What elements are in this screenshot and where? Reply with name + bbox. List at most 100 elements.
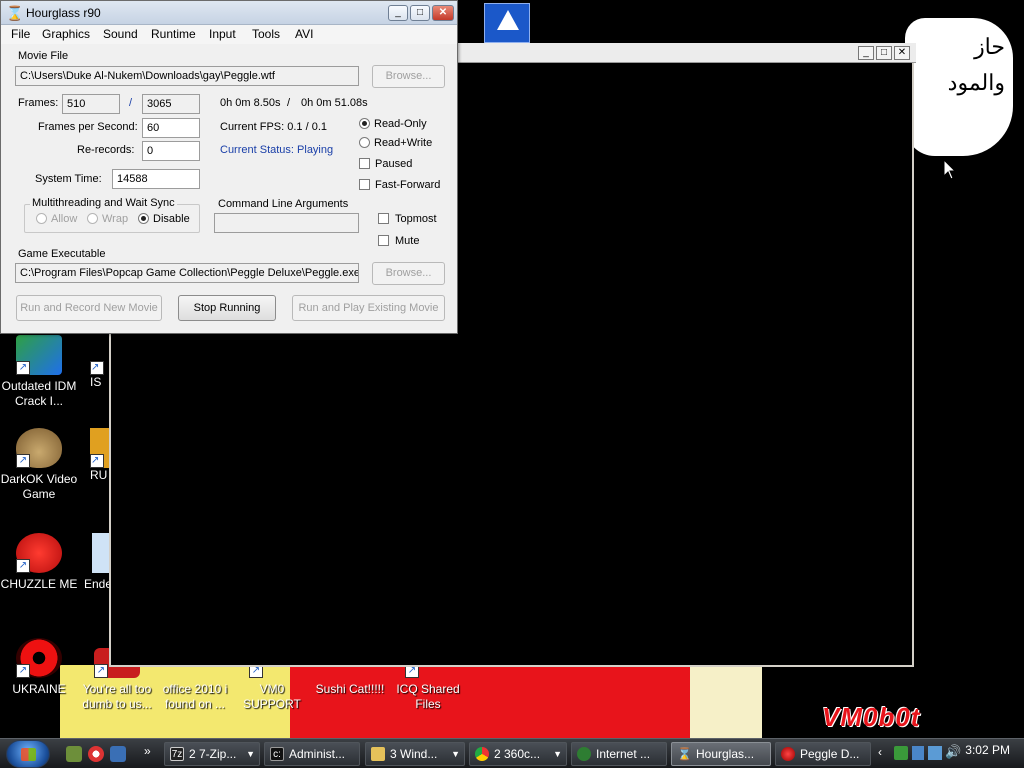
read-write-radio[interactable] bbox=[359, 137, 370, 148]
wrap-radio[interactable] bbox=[87, 213, 98, 224]
taskbar-item-internet[interactable]: Internet ... bbox=[571, 742, 667, 766]
cmdline-label: Command Line Arguments bbox=[218, 198, 349, 210]
menu-tools[interactable]: Tools bbox=[252, 27, 280, 41]
radiation-icon: ↗ bbox=[16, 638, 62, 678]
desktop-icon-label: You're all too dumb to us... bbox=[82, 682, 152, 711]
quicklaunch-show-desktop-icon[interactable] bbox=[66, 746, 82, 762]
desktop-app-icon[interactable] bbox=[484, 3, 530, 43]
desktop-icon-label: ICQ Shared Files bbox=[396, 682, 460, 711]
read-only-radio[interactable] bbox=[359, 118, 370, 129]
game-exe-field[interactable]: C:\Program Files\Popcap Game Collection\… bbox=[15, 263, 359, 283]
time-total: 0h 0m 51.08s bbox=[301, 97, 368, 109]
wallpaper-arabic-line2: والمود bbox=[947, 71, 1005, 96]
movie-browse-button[interactable]: Browse... bbox=[372, 65, 445, 88]
desktop-icon-chuzzle[interactable]: ↗ CHUZZLE ME bbox=[0, 533, 78, 592]
desktop-icon-label: UKRAINE bbox=[12, 682, 66, 696]
hourglass-titlebar[interactable]: ⌛ Hourglass r90 _ □ ✕ bbox=[1, 1, 457, 25]
quicklaunch-browser-icon[interactable] bbox=[88, 746, 104, 762]
disable-label[interactable]: Disable bbox=[153, 213, 190, 225]
mute-label[interactable]: Mute bbox=[395, 235, 419, 247]
fast-forward-label[interactable]: Fast-Forward bbox=[375, 179, 440, 191]
run-record-button[interactable]: Run and Record New Movie bbox=[16, 295, 162, 321]
desktop-icon-idm[interactable]: ↗ Outdated IDM Crack I... bbox=[0, 335, 78, 409]
time-separator: / bbox=[287, 97, 291, 109]
wallpaper-tag: VM0b0t bbox=[822, 702, 921, 732]
desktop-icon-label: DarkOK Video Game bbox=[0, 472, 78, 501]
game-browse-button[interactable]: Browse... bbox=[372, 262, 445, 285]
tray-app-icon[interactable] bbox=[912, 746, 924, 760]
taskbar-item-label: Hourglas... bbox=[696, 747, 755, 761]
topmost-label[interactable]: Topmost bbox=[395, 213, 437, 225]
paused-checkbox[interactable] bbox=[359, 158, 370, 169]
taskbar-clock[interactable]: 3:02 PM bbox=[965, 743, 1010, 757]
maximize-button[interactable]: □ bbox=[410, 5, 430, 21]
maximize-button[interactable]: □ bbox=[876, 46, 892, 60]
fast-forward-checkbox[interactable] bbox=[359, 179, 370, 190]
menu-avi[interactable]: AVI bbox=[295, 27, 313, 41]
quicklaunch-switch-windows-icon[interactable] bbox=[110, 746, 126, 762]
desktop-icon-label: Outdated IDM Crack I... bbox=[1, 379, 77, 408]
cmdline-field[interactable] bbox=[214, 213, 359, 233]
tray-expand-icon[interactable]: ‹ bbox=[878, 745, 882, 759]
desktop-icon-label: Sushi Cat!!!!! bbox=[315, 682, 385, 696]
taskbar-item-7zip[interactable]: 7z 2 7-Zip... ▼ bbox=[164, 742, 260, 766]
volume-icon[interactable]: 🔊 bbox=[945, 744, 961, 760]
quicklaunch-more-icon[interactable]: » bbox=[144, 744, 151, 758]
rerecords-label: Re-records: bbox=[77, 144, 135, 156]
run-play-button[interactable]: Run and Play Existing Movie bbox=[292, 295, 445, 321]
desktop-icon-darkok[interactable]: ↗ DarkOK Video Game bbox=[0, 428, 78, 502]
menu-file[interactable]: File bbox=[11, 27, 30, 41]
wallpaper-light-area bbox=[690, 665, 762, 740]
system-time-label: System Time: bbox=[35, 173, 102, 185]
frames-current-field[interactable]: 510 bbox=[62, 94, 120, 114]
taskbar-item-admin[interactable]: c: Administ... bbox=[264, 742, 360, 766]
hourglass-icon: ⌛ bbox=[677, 747, 692, 761]
allow-label[interactable]: Allow bbox=[51, 213, 77, 225]
taskbar-item-windows[interactable]: 3 Wind... ▼ bbox=[365, 742, 465, 766]
desktop-icon-ukraine[interactable]: ↗ UKRAINE bbox=[0, 638, 78, 697]
taskbar-item-label: Peggle D... bbox=[800, 747, 860, 761]
money-bag-icon: ↗ bbox=[16, 428, 62, 468]
minimize-button[interactable]: _ bbox=[858, 46, 874, 60]
frames-label: Frames: bbox=[18, 97, 59, 109]
current-status: Current Status: Playing bbox=[220, 144, 334, 156]
shortcut-arrow-icon: ↗ bbox=[16, 454, 30, 468]
shortcut-arrow-icon: ↗ bbox=[90, 454, 104, 468]
menu-input[interactable]: Input bbox=[209, 27, 236, 41]
start-button[interactable] bbox=[6, 740, 50, 768]
fps-label: Frames per Second: bbox=[38, 121, 138, 133]
rerecords-field[interactable]: 0 bbox=[142, 141, 200, 161]
taskbar-item-360[interactable]: 2 360c... ▼ bbox=[469, 742, 567, 766]
stop-running-button[interactable]: Stop Running bbox=[178, 295, 276, 321]
tray-app-icon[interactable] bbox=[894, 746, 908, 760]
network-icon[interactable] bbox=[928, 746, 942, 760]
paused-label[interactable]: Paused bbox=[375, 158, 412, 170]
chevron-down-icon: ▼ bbox=[451, 749, 460, 759]
wrap-label[interactable]: Wrap bbox=[102, 213, 128, 225]
system-time-field[interactable]: 14588 bbox=[112, 169, 200, 189]
menu-sound[interactable]: Sound bbox=[103, 27, 138, 41]
topmost-checkbox[interactable] bbox=[378, 213, 389, 224]
close-button[interactable]: ✕ bbox=[894, 46, 910, 60]
taskbar-item-label: Administ... bbox=[289, 747, 346, 761]
hourglass-icon: ⌛ bbox=[6, 5, 24, 21]
app-icon: ↗ bbox=[90, 428, 110, 468]
fps-field[interactable]: 60 bbox=[142, 118, 200, 138]
taskbar-item-hourglass[interactable]: ⌛ Hourglas... bbox=[671, 742, 771, 766]
menu-graphics[interactable]: Graphics bbox=[42, 27, 90, 41]
taskbar-item-peggle[interactable]: Peggle D... bbox=[775, 742, 871, 766]
read-only-label[interactable]: Read-Only bbox=[374, 118, 427, 130]
current-fps: Current FPS: 0.1 / 0.1 bbox=[220, 121, 327, 133]
taskbar-item-label: 2 360c... bbox=[494, 747, 541, 761]
taskbar-item-label: Internet ... bbox=[596, 747, 651, 761]
read-write-label[interactable]: Read+Write bbox=[374, 137, 432, 149]
mute-checkbox[interactable] bbox=[378, 235, 389, 246]
frames-total-field[interactable]: 3065 bbox=[142, 94, 200, 114]
movie-file-field[interactable]: C:\Users\Duke Al-Nukem\Downloads\gay\Peg… bbox=[15, 66, 359, 86]
disable-radio[interactable] bbox=[138, 213, 149, 224]
minimize-button[interactable]: _ bbox=[388, 5, 408, 21]
allow-radio[interactable] bbox=[36, 213, 47, 224]
peggle-icon bbox=[781, 747, 795, 761]
menu-runtime[interactable]: Runtime bbox=[151, 27, 196, 41]
close-button[interactable]: ✕ bbox=[432, 5, 454, 21]
